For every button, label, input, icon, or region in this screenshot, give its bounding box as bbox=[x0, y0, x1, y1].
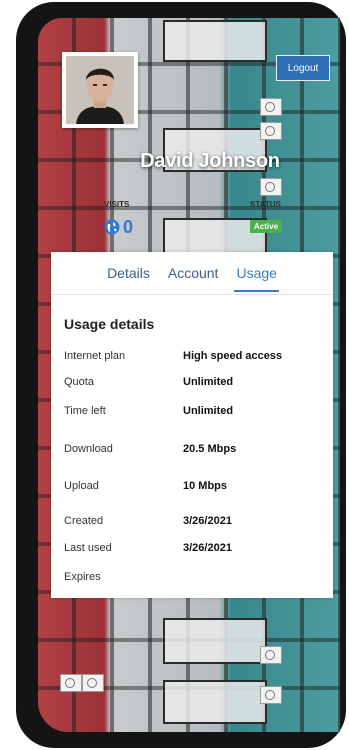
detail-label: Upload bbox=[64, 480, 99, 492]
detail-value: 3/26/2021 bbox=[183, 515, 232, 527]
detail-row-created: Created 3/26/2021 bbox=[64, 515, 324, 531]
detail-label: Quota bbox=[64, 376, 94, 388]
tab-account[interactable]: Account bbox=[168, 252, 219, 294]
usage-details-title: Usage details bbox=[64, 316, 155, 332]
detail-label: Expires bbox=[64, 571, 101, 583]
detail-label: Internet plan bbox=[64, 350, 126, 362]
detail-value: 3/26/2021 bbox=[183, 542, 232, 554]
detail-value: 10 Mbps bbox=[183, 480, 228, 492]
detail-row-download: Download 20.5 Mbps bbox=[64, 443, 324, 459]
globe-icon bbox=[104, 219, 120, 235]
visits-label: VISITS bbox=[104, 200, 130, 209]
tab-divider bbox=[51, 294, 333, 295]
status-badge: Active bbox=[250, 220, 283, 233]
usage-card: Details Account Usage Usage details Inte… bbox=[51, 252, 333, 598]
detail-row-time-left: Time left Unlimited bbox=[64, 405, 324, 421]
detail-label: Download bbox=[64, 443, 113, 455]
detail-label: Time left bbox=[64, 405, 106, 417]
detail-value: 20.5 Mbps bbox=[183, 443, 237, 455]
detail-value: Unlimited bbox=[183, 376, 234, 388]
logout-button[interactable]: Logout bbox=[276, 55, 330, 81]
detail-label: Created bbox=[64, 515, 104, 527]
detail-row-expires: Expires bbox=[64, 571, 324, 587]
detail-row-quota: Quota Unlimited bbox=[64, 376, 324, 392]
tab-usage[interactable]: Usage bbox=[234, 252, 280, 294]
avatar-photo bbox=[66, 56, 134, 124]
detail-value: High speed access bbox=[183, 350, 283, 362]
profile-name: David Johnson bbox=[140, 150, 280, 172]
detail-row-upload: Upload 10 Mbps bbox=[64, 480, 324, 496]
visits-count: 0 bbox=[123, 217, 134, 237]
visits-counter: 0 bbox=[104, 218, 133, 236]
status-label: STATUS bbox=[250, 200, 281, 209]
tab-details[interactable]: Details bbox=[107, 252, 150, 294]
detail-row-internet-plan: Internet plan High speed access bbox=[64, 350, 324, 366]
avatar[interactable] bbox=[62, 52, 138, 128]
detail-label: Last used bbox=[64, 542, 112, 554]
detail-row-last-used: Last used 3/26/2021 bbox=[64, 542, 324, 558]
tab-bar: Details Account Usage bbox=[51, 252, 333, 294]
detail-value: Unlimited bbox=[183, 405, 234, 417]
